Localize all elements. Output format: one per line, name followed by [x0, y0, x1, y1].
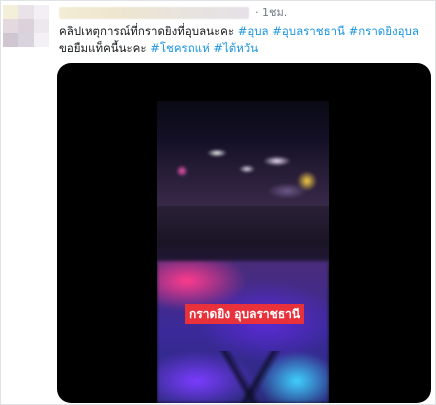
- tweet-timestamp[interactable]: · 1ชม.: [255, 6, 287, 20]
- tweet-card[interactable]: · 1ชม. คลิปเหตุการณ์ที่กราดยิงที่อุบลนะค…: [0, 0, 436, 405]
- hashtag-link[interactable]: #กราดยิงอุบล: [349, 24, 419, 38]
- hashtag-link[interactable]: #ไต้หวัน: [213, 41, 258, 55]
- video-caption: กราดยิง อุบลราชธานี: [185, 304, 305, 324]
- tweet-text: คลิปเหตุการณ์ที่กราดยิงที่อุบลนะคะ #อุบล…: [59, 23, 431, 57]
- hashtag-link[interactable]: #อุบลราชธานี: [272, 24, 345, 38]
- video-frame-middle: [157, 206, 329, 266]
- tweet-text-segment: คลิปเหตุการณ์ที่กราดยิงที่อุบลนะคะ: [59, 24, 238, 38]
- author-name-blurred[interactable]: [59, 7, 249, 19]
- avatar[interactable]: [3, 5, 49, 47]
- tweet-media[interactable]: กราดยิง อุบลราชธานี: [57, 63, 431, 403]
- video-player[interactable]: กราดยิง อุบลราชธานี: [157, 101, 329, 403]
- hashtag-link[interactable]: #โชครถแห่: [150, 41, 209, 55]
- tweet-text-segment: ขอยืมแท็คนี้นะคะ: [59, 41, 151, 55]
- video-stage-bars: [157, 351, 329, 403]
- video-lights: [157, 141, 329, 201]
- hashtag-link[interactable]: #อุบล: [238, 24, 269, 38]
